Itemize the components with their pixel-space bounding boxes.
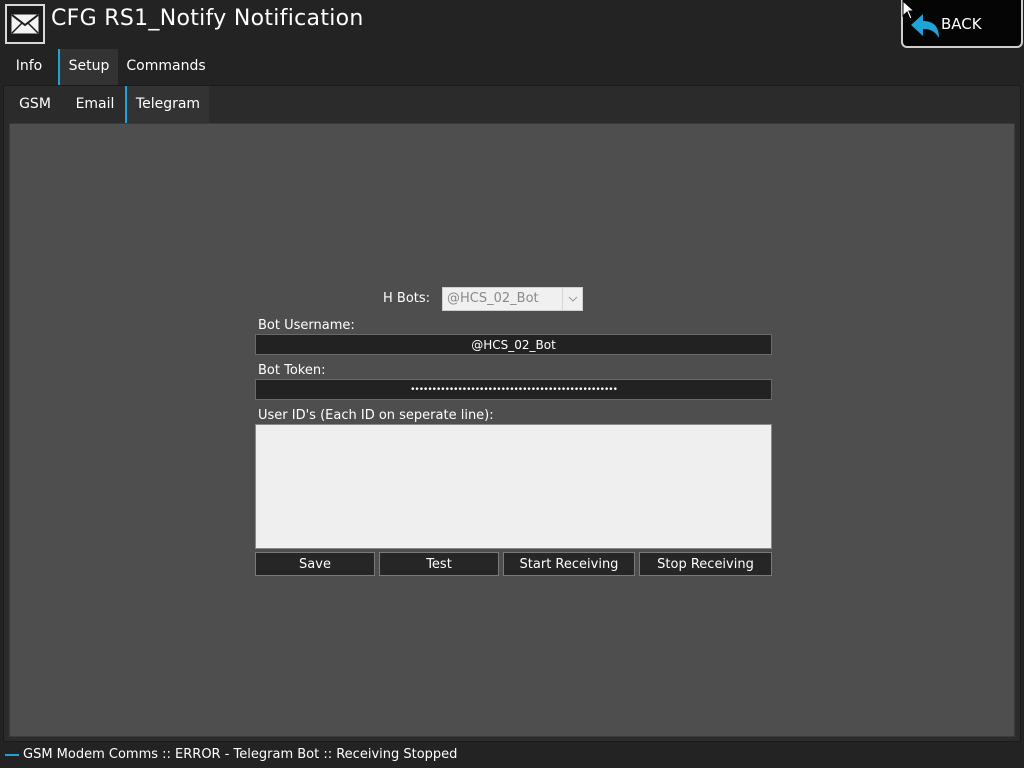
bot-token-field[interactable]: ••••••••••••••••••••••••••••••••••••••••… bbox=[255, 379, 772, 400]
primary-tabs: Info Setup Commands bbox=[0, 49, 1024, 85]
start-receiving-button[interactable]: Start Receiving bbox=[503, 552, 635, 576]
secondary-tabs: GSM Email Telegram bbox=[4, 86, 1020, 123]
save-button[interactable]: Save bbox=[255, 552, 375, 576]
back-button[interactable]: BACK bbox=[901, 0, 1023, 48]
tab-label: Info bbox=[15, 58, 43, 74]
title-bar: CFG RS1_Notify Notification BACK bbox=[0, 0, 1024, 48]
chevron-down-icon bbox=[562, 288, 582, 310]
bots-dropdown[interactable]: @HCS_02_Bot bbox=[442, 287, 583, 311]
mouse-cursor-icon bbox=[902, 0, 916, 20]
tab-setup[interactable]: Setup bbox=[58, 49, 118, 85]
user-ids-label: User ID's (Each ID on seperate line): bbox=[258, 408, 494, 423]
stop-receiving-button[interactable]: Stop Receiving bbox=[639, 552, 772, 576]
window-title: CFG RS1_Notify Notification bbox=[51, 6, 364, 31]
back-label: BACK bbox=[941, 15, 982, 33]
tab-label: Setup bbox=[68, 58, 110, 74]
tab-label: Email bbox=[75, 96, 115, 112]
tab-gsm[interactable]: GSM bbox=[6, 86, 64, 123]
status-indicator bbox=[5, 754, 19, 756]
tab-email[interactable]: Email bbox=[64, 86, 126, 123]
tab-label: Telegram bbox=[135, 96, 201, 112]
bots-selected-value: @HCS_02_Bot bbox=[447, 291, 539, 306]
user-ids-textarea[interactable] bbox=[255, 424, 772, 549]
tab-label: GSM bbox=[19, 96, 51, 112]
bots-label: H Bots: bbox=[383, 291, 431, 306]
bot-username-label: Bot Username: bbox=[258, 318, 355, 333]
envelope-icon bbox=[5, 4, 45, 44]
tab-telegram[interactable]: Telegram bbox=[125, 86, 209, 123]
status-bar: GSM Modem Comms :: ERROR - Telegram Bot … bbox=[0, 742, 1024, 768]
status-text: GSM Modem Comms :: ERROR - Telegram Bot … bbox=[23, 747, 458, 762]
test-button[interactable]: Test bbox=[379, 552, 499, 576]
bot-username-field[interactable]: @HCS_02_Bot bbox=[255, 334, 772, 355]
tab-label: Commands bbox=[126, 58, 206, 74]
tab-info[interactable]: Info bbox=[3, 49, 55, 85]
bot-token-label: Bot Token: bbox=[258, 363, 326, 378]
tab-commands[interactable]: Commands bbox=[120, 49, 212, 85]
